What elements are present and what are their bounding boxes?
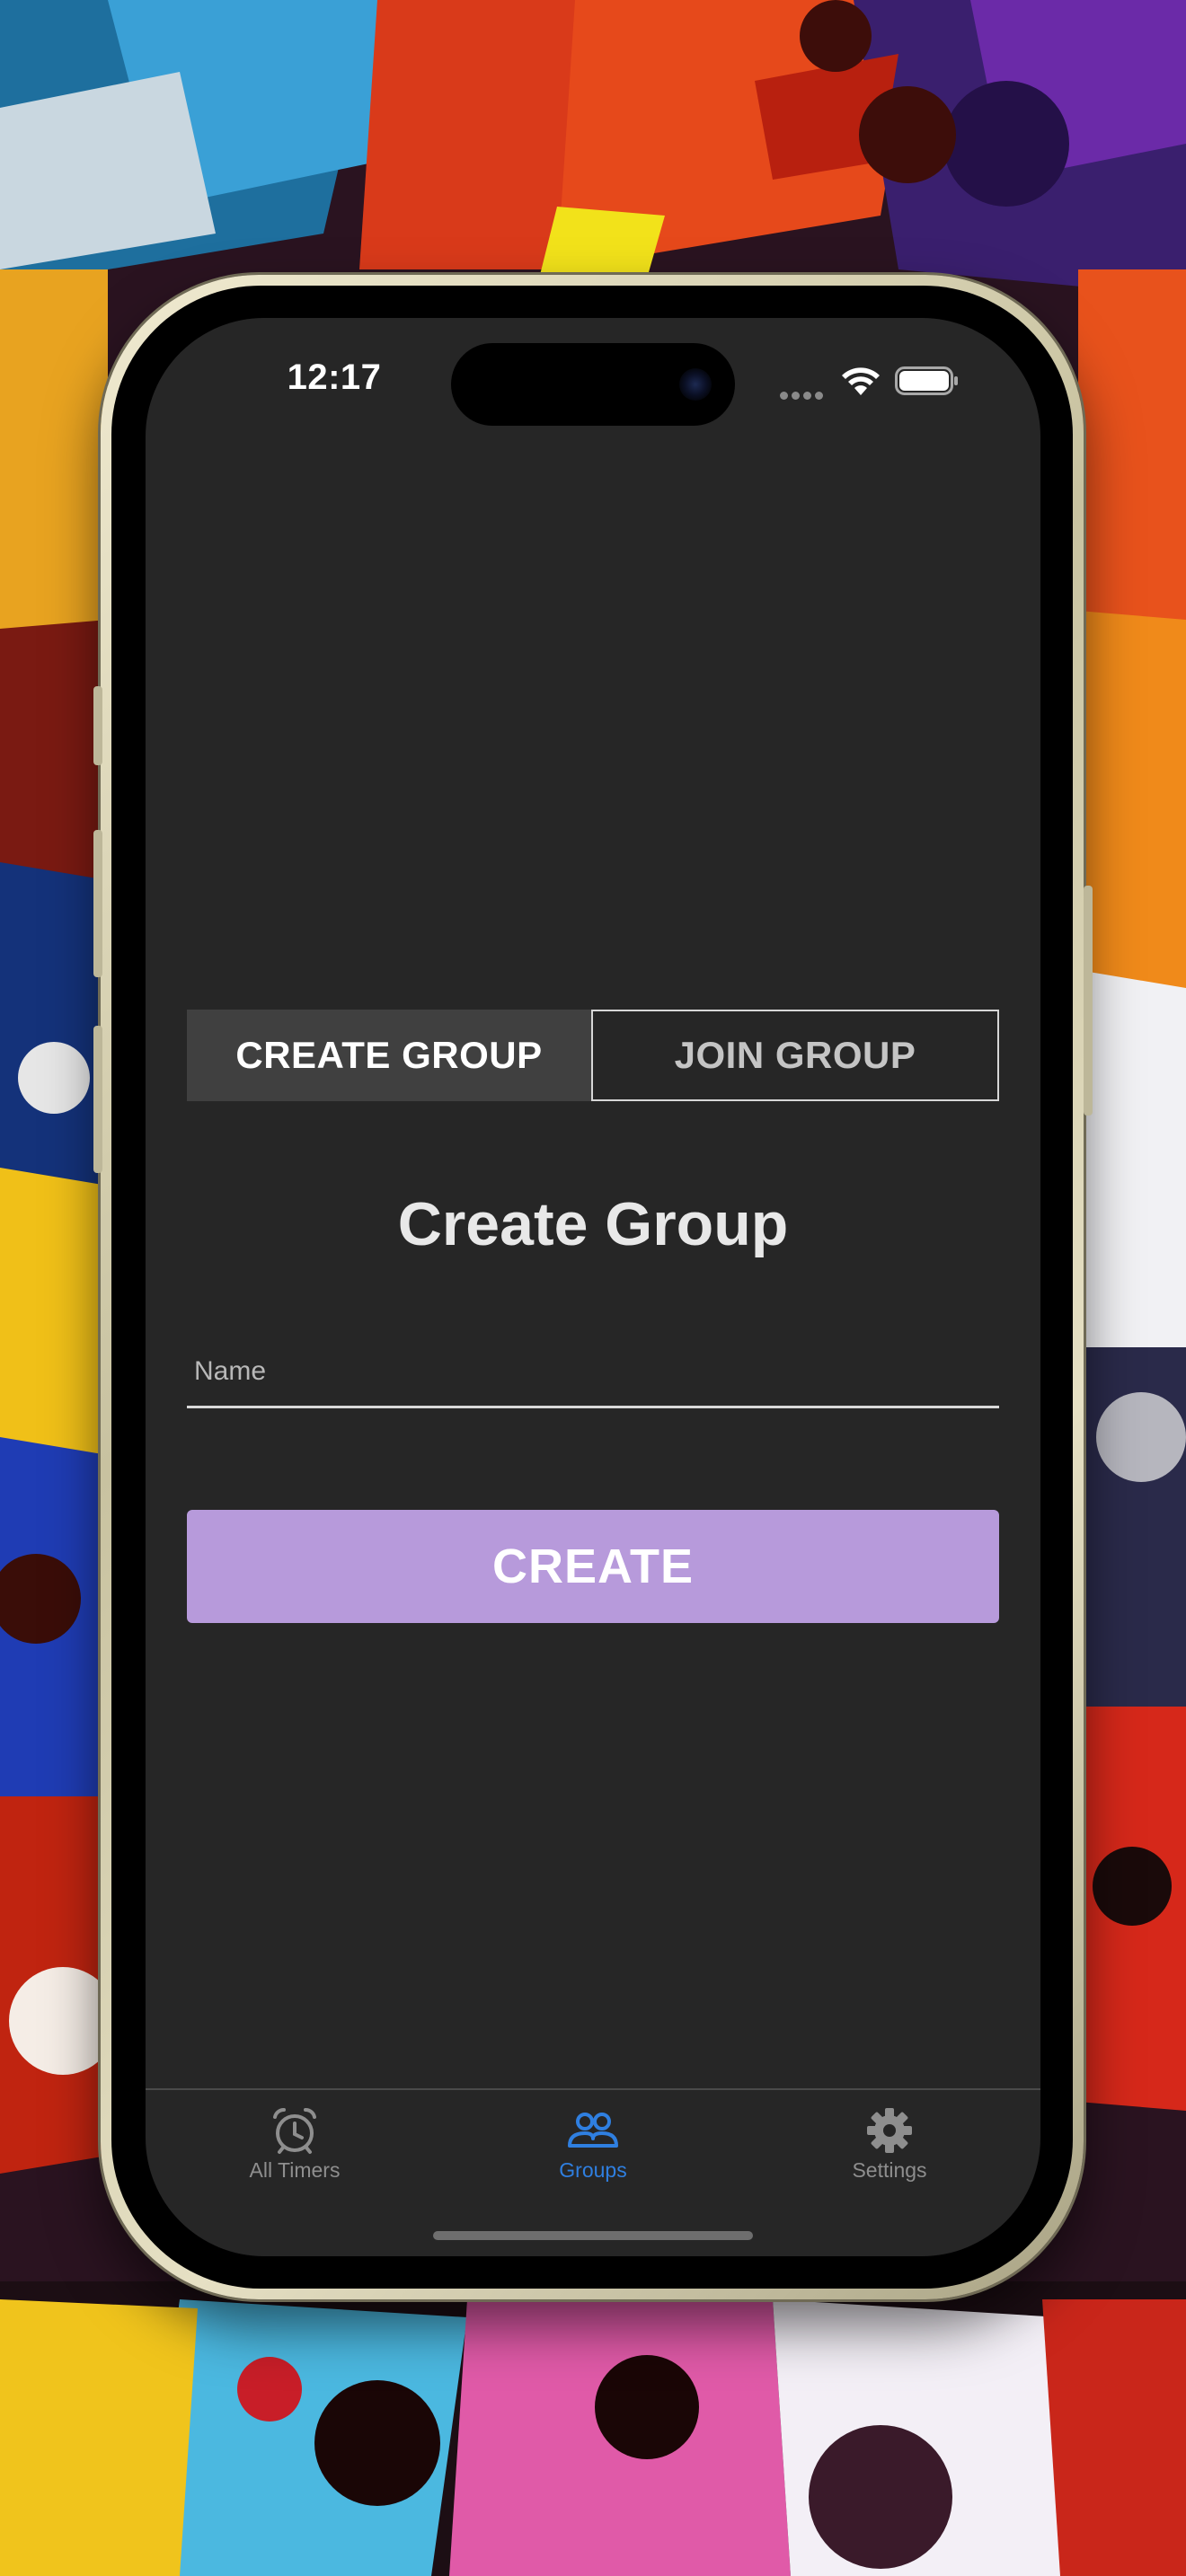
- tab-bar: All Timers Groups Settings: [146, 2090, 1040, 2198]
- page-title: Create Group: [397, 1190, 789, 1258]
- tab-join-group[interactable]: JOIN GROUP: [591, 1010, 999, 1101]
- tab-create-group[interactable]: CREATE GROUP: [187, 1010, 591, 1101]
- app-screen: 12:17 CREATE GROUP JOIN GROUP Create Gro…: [146, 318, 1040, 2256]
- people-icon: [568, 2113, 618, 2148]
- wifi-icon: [842, 367, 880, 395]
- tab-groups[interactable]: Groups: [503, 2106, 683, 2183]
- tab-label-all-timers: All Timers: [249, 2158, 341, 2182]
- battery-icon: [895, 366, 958, 395]
- camera-icon: [679, 368, 712, 401]
- create-button[interactable]: CREATE: [187, 1510, 999, 1623]
- screenshot-stage: 12:17 CREATE GROUP JOIN GROUP Create Gro…: [0, 0, 1186, 2576]
- cellular-signal-icon: [780, 388, 830, 400]
- group-name-input[interactable]: [187, 1337, 999, 1408]
- volume-up-button: [93, 830, 102, 977]
- tab-settings[interactable]: Settings: [800, 2106, 979, 2183]
- gear-icon: [867, 2108, 912, 2153]
- status-time: 12:17: [287, 357, 382, 397]
- tab-label-settings: Settings: [852, 2158, 927, 2182]
- group-mode-segmented-control: CREATE GROUP JOIN GROUP: [187, 1010, 999, 1101]
- volume-down-button: [93, 1026, 102, 1173]
- home-indicator: [433, 2231, 753, 2240]
- dynamic-island: [451, 343, 735, 426]
- action-button: [93, 686, 102, 765]
- tab-all-timers[interactable]: All Timers: [205, 2106, 385, 2183]
- tab-label-groups: Groups: [559, 2158, 627, 2182]
- alarm-clock-icon: [273, 2108, 316, 2154]
- power-button: [1084, 886, 1093, 1116]
